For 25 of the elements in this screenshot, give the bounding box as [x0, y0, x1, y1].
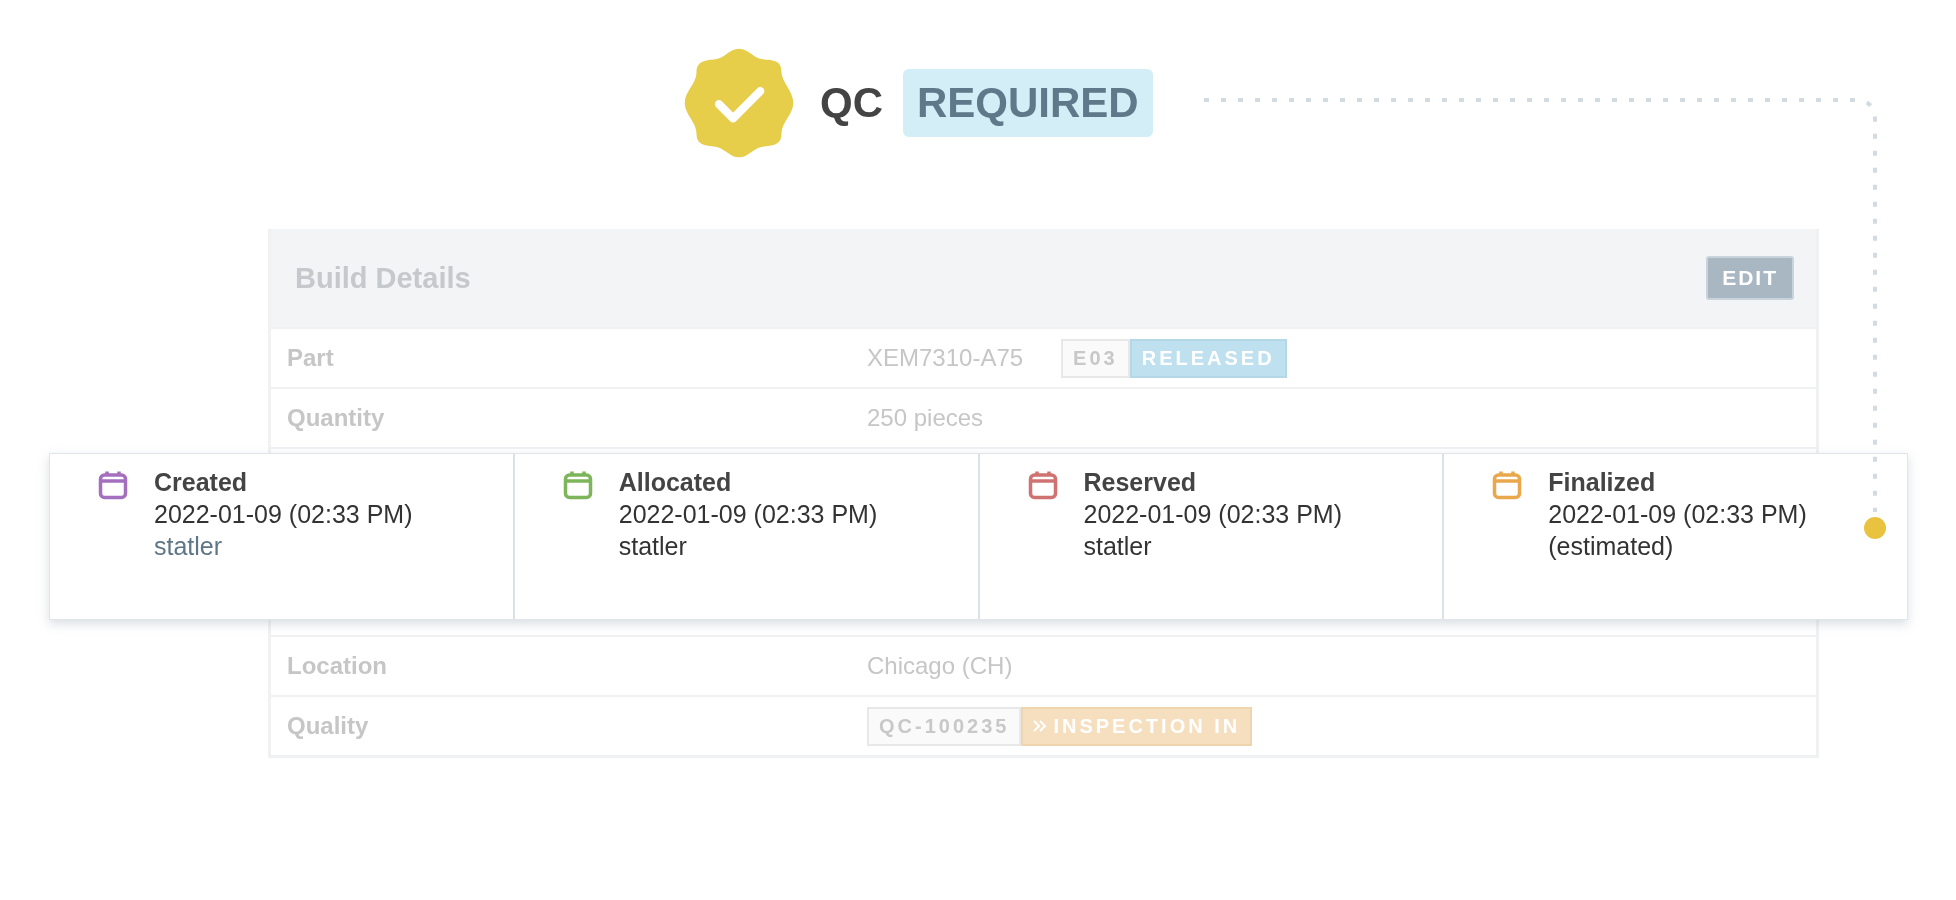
- field-value: XEM7310-A75: [867, 344, 1024, 372]
- event-date: 2022-01-09 (02:33 PM): [154, 500, 413, 529]
- event-title: Finalized: [1548, 468, 1657, 497]
- event-date: 2022-01-09 (02:33 PM): [1083, 500, 1342, 529]
- event-date: 2022-01-09 (02:33 PM): [1548, 500, 1807, 529]
- event-detail: (estimated): [1548, 532, 1675, 561]
- field-label: Location: [286, 652, 388, 680]
- status-badge: REQUIRED: [903, 69, 1153, 137]
- tag: RELEASED: [1129, 338, 1287, 378]
- status-label: QC: [820, 79, 883, 127]
- tag: INSPECTION IN: [1021, 706, 1253, 746]
- field-label: Quality: [286, 712, 370, 740]
- event-title: Created: [154, 468, 249, 497]
- user-link[interactable]: statler: [154, 532, 223, 561]
- event-date: 2022-01-09 (02:33 PM): [618, 500, 878, 529]
- status-dot: [1864, 517, 1886, 539]
- field-value: 250 pieces: [867, 404, 984, 432]
- chevrons-icon: [1033, 720, 1048, 732]
- field-label: Part: [286, 344, 335, 372]
- event-detail: statler: [618, 532, 688, 561]
- event-title: Reserved: [1083, 468, 1198, 497]
- field-value: Chicago (CH): [867, 652, 1013, 680]
- field-label: Quantity: [286, 404, 386, 432]
- event-detail: statler: [1083, 532, 1153, 561]
- event-title: Allocated: [618, 468, 733, 497]
